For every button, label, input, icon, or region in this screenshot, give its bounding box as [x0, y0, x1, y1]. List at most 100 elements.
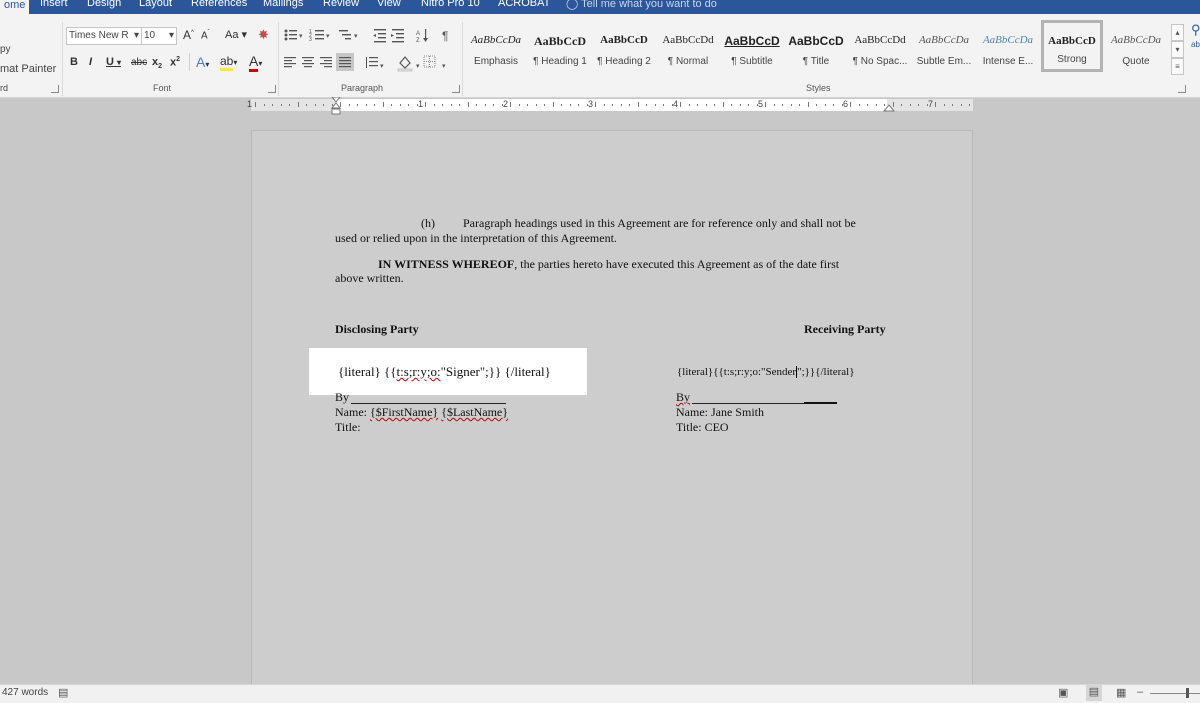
- font-launcher-icon[interactable]: [268, 85, 276, 93]
- bold-button[interactable]: B: [70, 56, 78, 68]
- right-by-line: By: [676, 390, 691, 404]
- tab-mailings[interactable]: Mailings: [263, 0, 303, 9]
- ruler-tick: [671, 104, 673, 106]
- font-name-combo[interactable]: Times New R ▾: [66, 27, 142, 45]
- divider: [189, 53, 190, 71]
- styles-launcher-icon[interactable]: [1178, 85, 1186, 93]
- font-color-icon[interactable]: A▾: [249, 53, 262, 72]
- ruler-tick: [433, 104, 435, 106]
- ruler-number: 1: [247, 99, 253, 109]
- tab-layout[interactable]: Layout: [139, 0, 172, 9]
- ruler-tick: [323, 104, 324, 106]
- tab-nitro[interactable]: Nitro Pro 10: [421, 0, 480, 9]
- decrease-indent-icon: [373, 29, 386, 43]
- ribbon-tab-bar: ome Insert Design Layout References Mail…: [0, 0, 1200, 17]
- style-heading-2[interactable]: AaBbCcD ¶ Heading 2: [593, 22, 655, 72]
- ruler-tick: [331, 104, 333, 106]
- align-center-icon: [302, 57, 314, 68]
- clipboard-launcher-icon[interactable]: [51, 85, 59, 93]
- ruler-tick: [263, 104, 265, 106]
- change-case-button[interactable]: Aa ▾: [225, 28, 247, 41]
- subscript-button[interactable]: x2: [152, 56, 162, 70]
- tab-acrobat[interactable]: ACROBAT: [498, 0, 550, 9]
- style-no-spacing[interactable]: AaBbCcDd ¶ No Spac...: [849, 22, 911, 72]
- ruler-tick: [909, 104, 911, 106]
- left-name-line: Name: {$FirstName} {$LastName}: [335, 405, 509, 419]
- zoom-slider-track[interactable]: [1150, 693, 1200, 694]
- format-painter-button[interactable]: mat Painter: [0, 63, 56, 75]
- style-subtitle[interactable]: AaBbCcD ¶ Subtitle: [721, 22, 783, 72]
- shrink-font-button[interactable]: Aˇ: [201, 30, 210, 41]
- left-title-line: Title:: [335, 420, 361, 434]
- tab-references[interactable]: References: [191, 0, 247, 9]
- style-intense-emphasis[interactable]: AaBbCcDa Intense E...: [977, 22, 1039, 72]
- tab-view[interactable]: View: [377, 0, 401, 9]
- read-mode-icon[interactable]: ▣: [1058, 686, 1068, 699]
- increase-indent-icon: [391, 29, 404, 43]
- ruler-tick: [943, 104, 945, 106]
- tab-insert[interactable]: Insert: [40, 0, 68, 9]
- tell-me-box[interactable]: ◯ Tell me what you want to do: [566, 0, 717, 10]
- copy-button[interactable]: py: [0, 44, 11, 55]
- highlight-color-icon[interactable]: ab▾: [220, 54, 237, 71]
- group-separator: [278, 22, 279, 96]
- gallery-scroll-down-icon[interactable]: ▾: [1171, 41, 1184, 58]
- disclosing-party-heading: Disclosing Party: [335, 322, 419, 336]
- svg-text:Z: Z: [416, 38, 420, 44]
- chevron-down-icon: ▾: [326, 33, 330, 40]
- ruler-tick: [306, 104, 307, 106]
- style-heading-1[interactable]: AaBbCcD ¶ Heading 1: [529, 22, 591, 72]
- zoom-out-icon[interactable]: –: [1137, 686, 1143, 698]
- group-separator: [62, 22, 63, 96]
- ruler-tick: [782, 104, 783, 106]
- style-subtle-emphasis[interactable]: AaBbCcDa Subtle Em...: [913, 22, 975, 72]
- ruler-tick: [603, 104, 605, 106]
- style-normal[interactable]: AaBbCcDd ¶ Normal: [657, 22, 719, 72]
- horizontal-ruler[interactable]: 1 1 2 3 4 5 6 7: [247, 97, 973, 115]
- ruler-tick: [425, 102, 426, 107]
- grow-font-button[interactable]: A^: [183, 28, 194, 42]
- replace-icon[interactable]: ab: [1191, 40, 1200, 49]
- web-layout-icon[interactable]: ▦: [1116, 686, 1126, 699]
- pilcrow-icon: ¶: [442, 29, 448, 43]
- style-title[interactable]: AaBbCcD ¶ Title: [785, 22, 847, 72]
- font-size-combo[interactable]: 10 ▾: [141, 27, 177, 45]
- superscript-button[interactable]: x2: [170, 56, 180, 69]
- underline-button[interactable]: U ▾: [106, 56, 121, 68]
- text-effects-icon[interactable]: A▾: [196, 54, 209, 70]
- print-layout-icon[interactable]: ▤: [1086, 685, 1102, 701]
- ruler-number: 1: [418, 99, 424, 109]
- ruler-tick: [544, 104, 545, 106]
- chevron-down-icon: ▾: [442, 63, 446, 70]
- word-count[interactable]: 427 words: [2, 687, 48, 698]
- ruler-tick: [824, 104, 826, 106]
- gallery-more-icon[interactable]: ≡: [1171, 58, 1184, 75]
- sender-text-tag[interactable]: {literal}{{t:s;r:y;o:"Sender";}}{/litera…: [677, 366, 855, 378]
- strikethrough-button[interactable]: abc: [131, 57, 147, 68]
- find-icon[interactable]: ⚲: [1191, 22, 1200, 38]
- ruler-tick: [527, 104, 528, 106]
- clear-formatting-icon[interactable]: ✸: [258, 27, 269, 43]
- ruler-tick: [535, 104, 537, 106]
- ruler-tick: [561, 104, 562, 106]
- style-strong[interactable]: AaBbCcD Strong: [1041, 20, 1103, 72]
- ruler-tick: [408, 104, 409, 106]
- ruler-tick: [867, 104, 868, 106]
- ruler-tick: [748, 104, 749, 106]
- tab-review[interactable]: Review: [323, 0, 359, 9]
- styles-group-label: Styles: [806, 83, 831, 93]
- zoom-slider-thumb[interactable]: [1186, 688, 1189, 698]
- paragraph-launcher-icon[interactable]: [452, 85, 460, 93]
- ruler-number: 3: [588, 99, 594, 109]
- proofing-icon[interactable]: ▤: [58, 686, 68, 699]
- ruler-tick: [484, 104, 486, 106]
- style-quote[interactable]: AaBbCcDa Quote: [1105, 22, 1167, 72]
- ruler-tick: [926, 104, 928, 106]
- tab-design[interactable]: Design: [87, 0, 121, 9]
- gallery-scroll-up-icon[interactable]: ▴: [1171, 24, 1184, 41]
- signer-text-tag[interactable]: {literal} {{t:s;r:y;o:"Signer";}} {/lite…: [338, 364, 551, 380]
- ruler-number: 7: [928, 99, 934, 109]
- right-name-line: Name: Jane Smith: [676, 405, 764, 419]
- style-emphasis[interactable]: AaBbCcDa Emphasis: [465, 22, 527, 72]
- italic-button[interactable]: I: [89, 56, 92, 68]
